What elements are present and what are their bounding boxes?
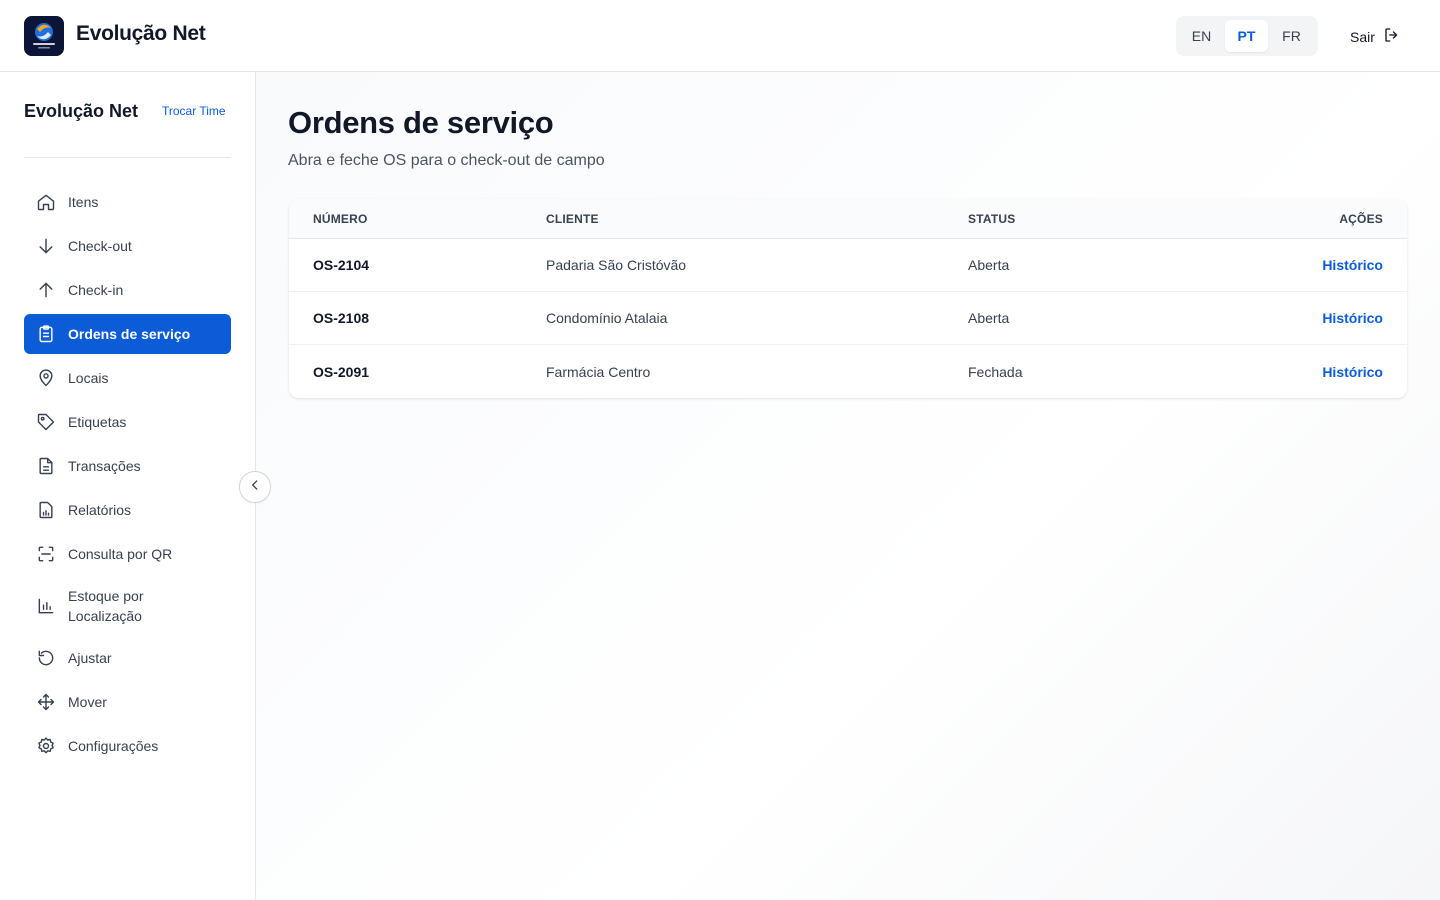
logout-label: Sair [1350,28,1375,45]
chevron-left-icon [248,478,262,497]
sidebar-item-label: Estoque por Localização [68,588,144,624]
sidebar-divider [24,157,231,158]
arrow-up-icon [36,280,56,300]
sidebar-item-label: Itens [68,194,99,210]
switch-team-link[interactable]: Trocar Time [162,104,226,118]
sidebar-item-label: Relatórios [68,502,132,518]
top-bar: Evolução Net EN PT FR Sair [0,0,1440,72]
sidebar-item-transacoes[interactable]: Transações [24,446,231,486]
sidebar-item-ajustar[interactable]: Ajustar [24,638,231,678]
brand-name: Evolução Net [76,22,206,45]
history-link[interactable]: Histórico [1322,310,1383,326]
sidebar-item-configuracoes[interactable]: Configurações [24,726,231,766]
order-number: OS-2091 [313,363,370,380]
history-link[interactable]: Histórico [1322,257,1383,273]
sidebar-item-check-in[interactable]: Check-in [24,270,231,310]
column-header-actions: AÇÕES [1339,211,1383,226]
order-status: Fechada [968,363,1023,380]
page-subtitle: Abra e feche OS para o check-out de camp… [288,152,605,169]
bar-chart-icon [36,596,56,616]
team-name: Evolução Net [24,101,139,121]
history-link[interactable]: Histórico [1322,364,1383,380]
sidebar-item-estoque-por-localizacao[interactable]: Estoque por Localização [24,578,231,634]
report-icon [36,500,56,520]
order-number: OS-2104 [313,257,370,273]
map-pin-icon [36,368,56,388]
sidebar-item-label: Ordens de serviço [68,326,191,342]
move-icon [36,692,56,712]
sidebar-item-label: Configurações [68,738,159,754]
sidebar-item-label: Check-in [68,282,124,298]
sidebar-item-label: Etiquetas [68,414,127,430]
order-number: OS-2108 [313,310,370,326]
brand-logo-icon[interactable] [24,16,64,56]
sidebar-nav: Itens Check-out Check-in Ordens de servi… [24,182,231,770]
order-client: Farmácia Centro [546,363,651,380]
sidebar-item-relatorios[interactable]: Relatórios [24,490,231,530]
sidebar-item-check-out[interactable]: Check-out [24,226,231,266]
clipboard-icon [36,324,56,344]
sidebar-item-etiquetas[interactable]: Etiquetas [24,402,231,442]
sidebar-item-label: Consulta por QR [68,546,173,562]
logout-button[interactable]: Sair [1350,26,1401,47]
sidebar-item-label: Ajustar [68,650,112,666]
table-row: OS-2104 Padaria São Cristóvão Aberta His… [289,239,1407,292]
sidebar-collapse-button[interactable] [239,471,271,503]
page-title: Ordens de serviço [288,105,554,140]
order-status: Aberta [968,257,1010,273]
language-switcher: EN PT FR [1176,16,1318,56]
order-status: Aberta [968,310,1010,326]
sidebar-item-label: Transações [68,458,141,474]
lang-button-fr[interactable]: FR [1270,20,1313,52]
table-row: OS-2108 Condomínio Atalaia Aberta Histór… [289,292,1407,345]
sidebar-item-consulta-por-qr[interactable]: Consulta por QR [24,534,231,574]
sidebar-item-label: Locais [68,370,109,386]
arrow-down-icon [36,236,56,256]
sidebar-item-mover[interactable]: Mover [24,682,231,722]
order-client: Padaria São Cristóvão [546,257,687,273]
home-icon [36,192,56,212]
gear-icon [36,736,56,756]
tag-icon [36,412,56,432]
sidebar-item-ordens-de-servico[interactable]: Ordens de serviço [24,314,231,354]
sidebar-item-locais[interactable]: Locais [24,358,231,398]
service-orders-table: NÚMERO CLIENTE STATUS AÇÕES OS-2104 Pada… [289,199,1407,398]
sidebar-item-label: Check-out [68,238,132,254]
lang-button-pt[interactable]: PT [1225,20,1268,52]
rotate-icon [36,648,56,668]
column-header-client: CLIENTE [546,211,599,226]
column-header-status: STATUS [968,211,1016,226]
document-icon [36,456,56,476]
main-content: Ordens de serviço Abra e feche OS para o… [256,72,1440,900]
sidebar-item-label: Mover [68,694,107,710]
table-header: NÚMERO CLIENTE STATUS AÇÕES [289,199,1407,239]
column-header-number: NÚMERO [313,211,368,226]
qr-scan-icon [36,544,56,564]
logout-icon [1383,26,1401,47]
order-client: Condomínio Atalaia [546,310,668,326]
sidebar-item-itens[interactable]: Itens [24,182,231,222]
lang-button-en[interactable]: EN [1180,20,1223,52]
sidebar: Evolução Net Trocar Time Itens Check-out… [0,72,256,900]
table-row: OS-2091 Farmácia Centro Fechada Históric… [289,345,1407,398]
